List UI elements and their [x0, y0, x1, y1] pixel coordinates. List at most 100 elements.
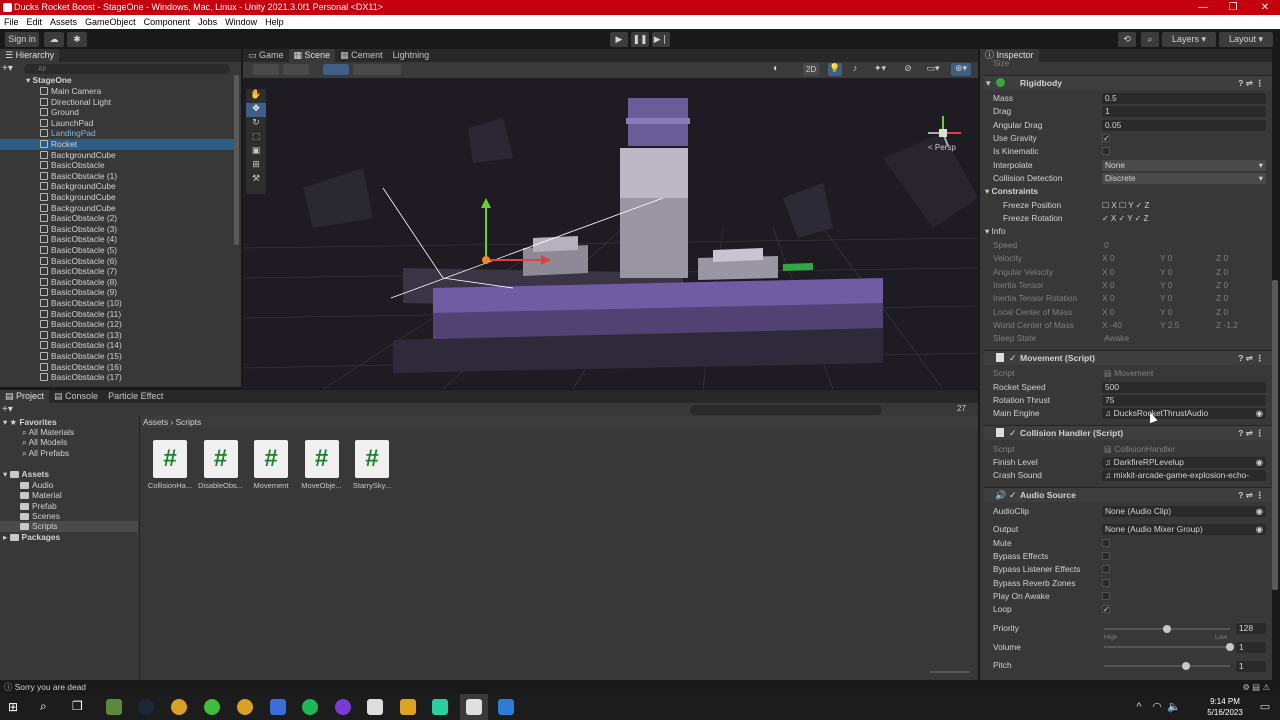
loop-checkbox[interactable]: ✓	[1102, 605, 1110, 614]
step-button[interactable]: ▶❘	[652, 32, 670, 47]
csharp-script-icon[interactable]: #	[203, 440, 238, 478]
hierarchy-item[interactable]: BasicObstacle (12)	[0, 319, 235, 330]
finish-level-field[interactable]: ♫ DarkfireRPLevelup ◉	[1102, 457, 1266, 468]
wifi-icon[interactable]: ◠	[1148, 698, 1166, 716]
add-object-button[interactable]: +▾	[2, 63, 16, 74]
task-view-icon[interactable]: ❐	[72, 699, 83, 713]
audio-source-header[interactable]: Audio Source ? ⇌ ⋮	[984, 487, 1272, 502]
rotation-thrust-field[interactable]: 75	[1102, 395, 1266, 406]
hierarchy-item[interactable]: BasicObstacle (9)	[0, 287, 235, 298]
csharp-script-icon[interactable]: #	[153, 440, 187, 478]
volume-icon[interactable]: 🔈	[1165, 698, 1183, 716]
csharp-script-icon[interactable]: #	[254, 440, 288, 478]
notification-icon[interactable]: ▭	[1256, 698, 1274, 716]
minecraft-icon[interactable]	[106, 699, 122, 715]
object-picker-icon[interactable]: ◉	[1256, 524, 1263, 535]
gizmos-icon[interactable]: ⊕▾	[951, 63, 971, 76]
collision-handler-header[interactable]: Collision Handler (Script) ? ⇌ ⋮	[984, 425, 1272, 440]
mute-checkbox[interactable]	[1102, 539, 1110, 547]
rotate-tool-icon[interactable]: ↻	[246, 117, 266, 131]
transform-tool-icon[interactable]: ⊞	[246, 159, 266, 173]
menu-gameobject[interactable]: GameObject	[81, 15, 140, 29]
is-kinematic-checkbox[interactable]	[1102, 147, 1110, 155]
audioclip-field[interactable]: None (Audio Clip) ◉	[1102, 506, 1266, 517]
tab-scene[interactable]: ▦ Scene	[288, 49, 336, 62]
draw-mode-dropdown[interactable]	[253, 64, 279, 75]
hierarchy-item[interactable]: BasicObstacle (1)	[0, 171, 235, 182]
folder-material[interactable]: Material	[20, 490, 62, 501]
packages-folder[interactable]: ▸ Packages	[3, 532, 60, 543]
custom-tool-icon[interactable]: ⚒	[246, 173, 266, 187]
play-on-awake-checkbox[interactable]	[1102, 592, 1110, 600]
steam-icon[interactable]	[138, 699, 154, 715]
sign-in-button[interactable]: Sign in	[5, 32, 39, 47]
hierarchy-item[interactable]: BasicObstacle (7)	[0, 266, 235, 277]
volume-slider-track[interactable]	[1104, 646, 1230, 648]
menu-component[interactable]: Component	[140, 15, 195, 29]
create-asset-button[interactable]: +▾	[2, 404, 13, 415]
constraints-foldout[interactable]: ▾ Constraints	[985, 185, 1038, 197]
collapse-icon[interactable]: ▾	[986, 78, 991, 89]
tab-hierarchy[interactable]: ☰ Hierarchy	[0, 49, 60, 62]
object-picker-icon[interactable]: ◉	[1256, 408, 1263, 419]
unity-hub-icon[interactable]	[367, 699, 383, 715]
script-file-label[interactable]: Movement	[247, 481, 295, 490]
main-engine-field[interactable]: ♫ DucksRocketThrustAudio ◉	[1102, 408, 1266, 419]
assets-folder[interactable]: ▾ Assets	[3, 469, 49, 480]
hierarchy-item[interactable]: BasicObstacle (3)	[0, 224, 235, 235]
hierarchy-item[interactable]: BasicObstacle (14)	[0, 340, 235, 351]
csharp-script-icon[interactable]: #	[304, 440, 339, 478]
hierarchy-item[interactable]: BackgroundCube	[0, 192, 235, 203]
hierarchy-item[interactable]: BasicObstacle (4)	[0, 234, 235, 245]
folder-prefab[interactable]: Prefab	[20, 501, 57, 512]
lighting-toggle-icon[interactable]: 💡	[828, 63, 842, 76]
pitch-slider-track[interactable]	[1104, 665, 1230, 667]
clock[interactable]: 9:14 PM 5/16/2023	[1195, 696, 1255, 718]
layers-dropdown[interactable]: Layers ▾	[1162, 32, 1216, 47]
project-search-input[interactable]	[690, 405, 882, 415]
inspector-scrollbar[interactable]	[1272, 280, 1278, 590]
hierarchy-item[interactable]: BasicObstacle (8)	[0, 277, 235, 288]
chrome-icon[interactable]	[171, 699, 187, 715]
hierarchy-scrollbar[interactable]	[234, 75, 239, 245]
effects-toggle-icon[interactable]: ✦▾	[870, 63, 890, 76]
favorite-all-prefabs[interactable]: ⌕ All Prefabs	[22, 448, 69, 459]
menu-window[interactable]: Window	[221, 15, 261, 29]
scene-viewport[interactable]: < Persp	[243, 78, 978, 389]
hierarchy-item[interactable]: BasicObstacle (5)	[0, 245, 235, 256]
tab-project[interactable]: ▤ Project	[0, 390, 50, 403]
shading-icon[interactable]: ◐	[773, 63, 787, 76]
priority-field[interactable]: 128	[1236, 623, 1266, 634]
favorites-folder[interactable]: ▾ ★ Favorites	[3, 417, 57, 428]
bypass-reverb-checkbox[interactable]	[1102, 579, 1110, 587]
hierarchy-search-input[interactable]	[24, 64, 230, 74]
hierarchy-item[interactable]: BasicObstacle	[0, 160, 235, 171]
hierarchy-item[interactable]: Rocket	[0, 139, 235, 150]
hierarchy-item[interactable]: BasicObstacle (16)	[0, 362, 235, 373]
tray-chevron-icon[interactable]: ^	[1130, 698, 1148, 716]
collision-detection-dropdown[interactable]: Discrete ▾	[1102, 173, 1266, 184]
crash-sound-field[interactable]: ♫ mixkit-arcade-game-explosion-echo-	[1102, 470, 1266, 481]
folder-audio[interactable]: Audio	[20, 480, 53, 491]
use-gravity-checkbox[interactable]: ✓	[1102, 134, 1110, 143]
unity-editor-icon[interactable]	[466, 699, 482, 715]
hand-tool-icon[interactable]: ✋	[246, 89, 266, 103]
hierarchy-item[interactable]: BasicObstacle (17)	[0, 372, 235, 383]
hierarchy-item[interactable]: BasicObstacle (10)	[0, 298, 235, 309]
windows-start-icon[interactable]: ⊞	[8, 700, 18, 714]
scale-tool-icon[interactable]: ⬚	[246, 131, 266, 145]
app-icon[interactable]	[270, 699, 286, 715]
csharp-script-icon[interactable]: #	[355, 440, 389, 478]
menu-jobs[interactable]: Jobs	[194, 15, 221, 29]
menu-help[interactable]: Help	[261, 15, 288, 29]
audio-enabled-checkbox[interactable]: ✓	[1009, 490, 1017, 501]
hierarchy-item[interactable]: BasicObstacle (15)	[0, 351, 235, 362]
status-message[interactable]: Sorry you are dead	[15, 682, 86, 692]
icon-size-slider[interactable]	[930, 671, 970, 673]
hierarchy-item[interactable]: LaunchPad	[0, 118, 235, 129]
chrome-icon[interactable]	[237, 699, 253, 715]
hierarchy-item[interactable]: BasicObstacle (6)	[0, 256, 235, 267]
grid-snap-button[interactable]	[323, 64, 349, 75]
component-menu-icon[interactable]: ? ⇌ ⋮	[1238, 76, 1264, 91]
layout-dropdown[interactable]: Layout ▾	[1219, 32, 1273, 47]
